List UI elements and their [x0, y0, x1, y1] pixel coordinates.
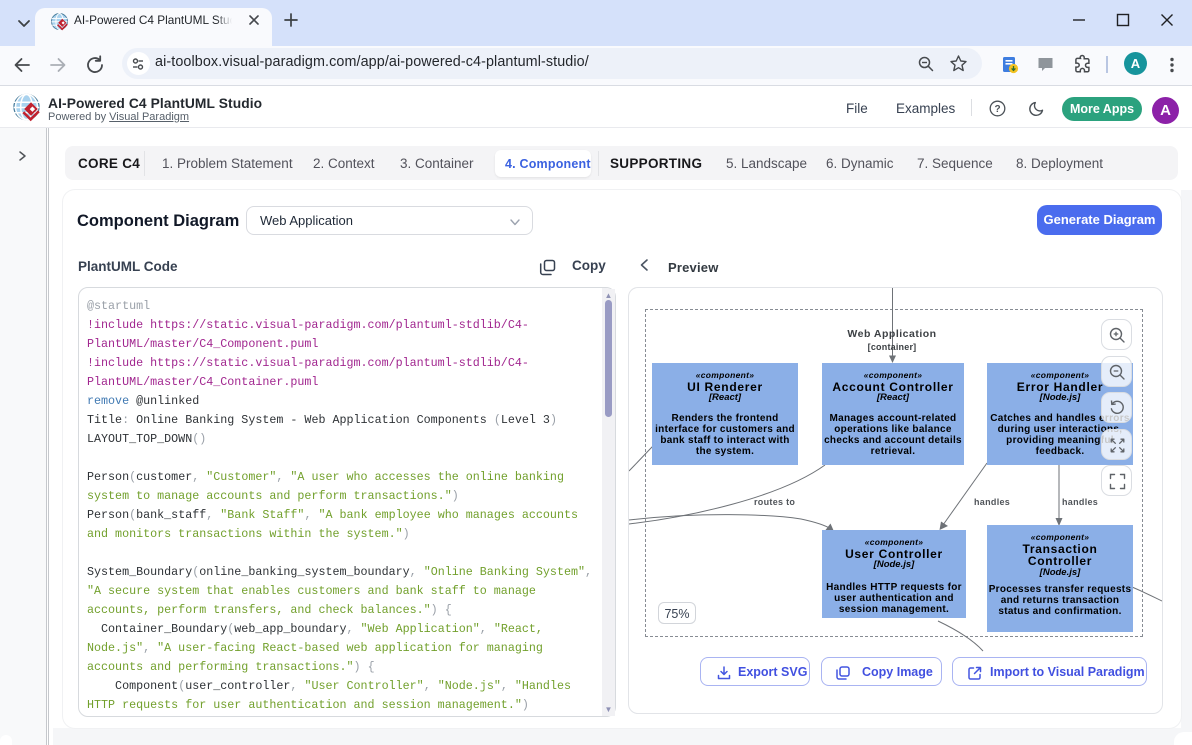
svg-text:?: ?	[994, 104, 1000, 115]
